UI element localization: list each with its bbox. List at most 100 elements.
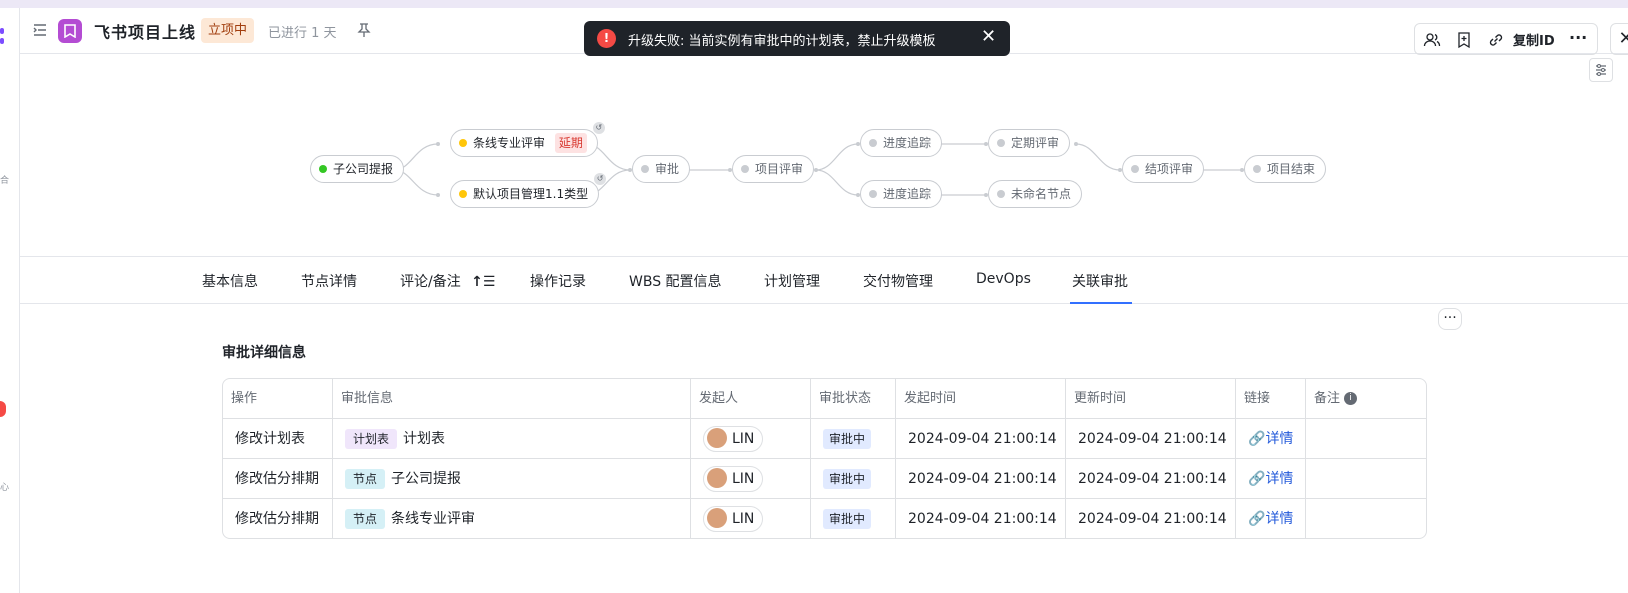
column-header: 更新时间 <box>1066 379 1236 419</box>
flow-node[interactable]: 进度追踪 <box>860 129 943 157</box>
detail-link[interactable]: 🔗详情 <box>1236 499 1306 538</box>
more-options-button[interactable]: ··· <box>1438 308 1462 330</box>
more-icon[interactable]: ··· <box>1569 30 1587 49</box>
rollback-icon[interactable]: ↺ <box>592 122 605 134</box>
node-label: 进度追踪 <box>883 136 932 150</box>
copy-id-button[interactable]: 复制ID <box>1513 30 1555 49</box>
node-status-dot <box>319 165 327 173</box>
workflow-edges <box>393 142 1244 197</box>
tab-comments[interactable]: 评论/备注 ↑☰ <box>400 271 495 291</box>
column-header: 审批状态 <box>811 379 896 419</box>
type-tag: 节点 <box>345 469 386 489</box>
node-status-dot <box>869 190 877 198</box>
status-cell: 审批中 <box>811 419 896 459</box>
initiator-cell: LIN <box>691 459 811 499</box>
approval-name: 计划表 <box>403 431 446 447</box>
workflow-diagram: 子公司提报 条线专业评审 延期 ↺ 默认项目管理1.1类型 ↺ 审批 项目评审 … <box>20 56 1628 256</box>
notification-dot <box>0 401 6 417</box>
status-badge: 审批中 <box>823 509 872 529</box>
node-status-dot <box>1253 165 1261 173</box>
project-type-icon <box>58 19 82 43</box>
user-chip[interactable]: LIN <box>703 466 764 492</box>
page-title: 飞书项目上线 <box>94 23 197 42</box>
flow-node[interactable]: 结项评审 <box>1122 155 1205 183</box>
avatar <box>707 428 727 448</box>
avatar <box>707 468 727 488</box>
node-label: 默认项目管理1.1类型 <box>473 187 589 201</box>
left-rail: 合 心 <box>0 8 20 593</box>
tab-devops[interactable]: DevOps <box>976 271 1031 287</box>
column-header: 发起时间 <box>896 379 1066 419</box>
link-icon: 🔗 <box>1248 471 1266 487</box>
approval-info-cell: 节点 子公司提报 <box>333 459 691 499</box>
column-header: 审批信息 <box>333 379 691 419</box>
node-label: 条线专业评审 <box>473 136 546 150</box>
start-time: 2024-09-04 21:00:14 <box>896 419 1066 459</box>
avatar <box>707 508 727 528</box>
update-time: 2024-09-04 21:00:14 <box>1066 499 1236 538</box>
status-badge: 审批中 <box>823 429 872 449</box>
toast-message: 升级失败: 当前实例有审批中的计划表，禁止升级模板 <box>628 34 936 49</box>
start-time: 2024-09-04 21:00:14 <box>896 499 1066 538</box>
tab-operation-log[interactable]: 操作记录 <box>530 271 586 291</box>
column-header: 操作 <box>223 379 333 419</box>
toast-close-icon[interactable]: ✕ <box>981 27 996 47</box>
detail-link[interactable]: 🔗详情 <box>1236 459 1306 499</box>
link-label: 详情 <box>1265 431 1294 447</box>
tab-node-details[interactable]: 节点详情 <box>301 271 357 291</box>
notes-cell <box>1306 459 1426 499</box>
approval-table: 操作 审批信息 发起人 审批状态 发起时间 更新时间 链接 备注 i 修改计划表 … <box>222 378 1427 539</box>
user-chip[interactable]: LIN <box>703 506 764 532</box>
node-status-dot <box>741 165 749 173</box>
column-header: 发起人 <box>691 379 811 419</box>
collapse-sidebar-icon[interactable] <box>32 22 48 38</box>
notes-cell <box>1306 499 1426 538</box>
tab-deliverables[interactable]: 交付物管理 <box>863 271 933 291</box>
approval-info-cell: 计划表 计划表 <box>333 419 691 459</box>
update-time: 2024-09-04 21:00:14 <box>1066 459 1236 499</box>
members-icon[interactable] <box>1423 31 1441 49</box>
flow-node[interactable]: 定期评审 <box>988 129 1071 157</box>
approval-name: 子公司提报 <box>391 471 462 487</box>
tab-basic-info[interactable]: 基本信息 <box>202 271 258 291</box>
tab-related-approval[interactable]: 关联审批 <box>1072 271 1128 291</box>
tab-plan-management[interactable]: 计划管理 <box>764 271 820 291</box>
initiator-cell: LIN <box>691 499 811 538</box>
status-badge[interactable]: 立项中 <box>201 18 255 43</box>
rail-label: 心 <box>0 483 10 493</box>
flow-node[interactable]: 默认项目管理1.1类型 ↺ <box>450 173 607 208</box>
user-chip[interactable]: LIN <box>703 426 764 452</box>
pin-icon[interactable] <box>357 22 371 42</box>
rollback-icon[interactable]: ↺ <box>594 173 607 185</box>
operation-cell: 修改计划表 <box>223 419 333 459</box>
close-button[interactable]: ✕ <box>1610 23 1628 55</box>
node-status-dot <box>869 139 877 147</box>
flow-node[interactable]: 子公司提报 <box>310 155 405 183</box>
tab-bar: 基本信息 节点详情 评论/备注 ↑☰ 操作记录 WBS 配置信息 计划管理 交付… <box>20 256 1628 304</box>
app-logo-icon[interactable] <box>0 28 4 54</box>
type-tag: 节点 <box>345 509 386 529</box>
type-tag: 计划表 <box>345 429 398 449</box>
flow-node[interactable]: 进度追踪 <box>860 180 943 208</box>
link-icon[interactable] <box>1487 31 1505 49</box>
sort-icon[interactable]: ↑☰ <box>471 274 495 290</box>
flow-node[interactable]: 未命名节点 <box>988 180 1083 208</box>
node-status-dot <box>641 165 649 173</box>
flow-node[interactable]: 审批 <box>632 155 691 183</box>
tab-wbs-config[interactable]: WBS 配置信息 <box>629 271 722 291</box>
rail-label: 合 <box>0 176 10 186</box>
detail-link[interactable]: 🔗详情 <box>1236 419 1306 459</box>
bookmark-add-icon[interactable] <box>1455 31 1473 49</box>
operation-cell: 修改估分排期 <box>223 459 333 499</box>
column-header-notes: 备注 i <box>1306 379 1426 419</box>
approval-name: 条线专业评审 <box>391 511 476 527</box>
link-icon: 🔗 <box>1248 431 1266 447</box>
info-icon[interactable]: i <box>1344 392 1358 405</box>
section-title: 审批详细信息 <box>222 345 306 361</box>
flow-node[interactable]: 项目评审 <box>732 155 815 183</box>
flow-node[interactable]: 项目结束 <box>1244 155 1327 183</box>
node-label: 未命名节点 <box>1011 187 1072 201</box>
flow-node[interactable]: 条线专业评审 延期 ↺ <box>450 122 605 157</box>
notes-cell <box>1306 419 1426 459</box>
tab-label: 评论/备注 <box>400 274 461 290</box>
